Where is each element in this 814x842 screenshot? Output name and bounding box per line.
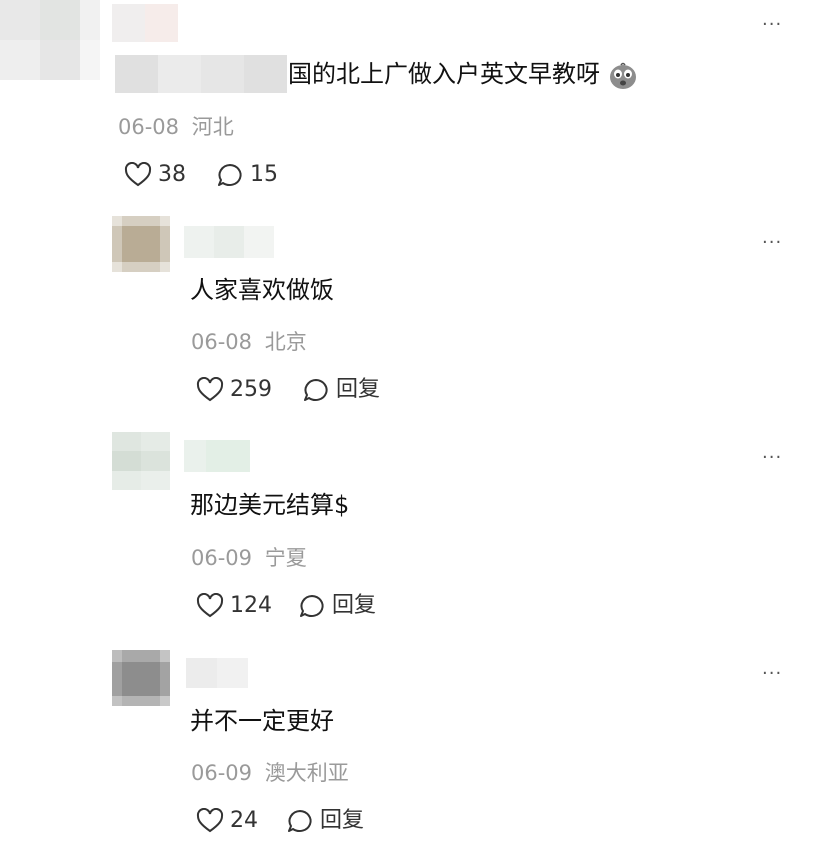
heart-icon: [124, 162, 152, 187]
avatar[interactable]: [112, 216, 170, 272]
comment-location: 河北: [191, 115, 234, 139]
heart-icon: [196, 593, 224, 618]
reply-label: 回复: [336, 377, 381, 402]
username[interactable]: [186, 658, 248, 688]
comment-bubble-icon: [300, 595, 324, 617]
redacted-text-mask: [115, 55, 287, 93]
comment-bubble-icon: [288, 810, 312, 832]
heart-icon: [196, 808, 224, 833]
comment-meta: 06-09 澳大利亚: [191, 760, 349, 786]
username[interactable]: [184, 226, 274, 258]
comment-meta: 06-08 北京: [191, 329, 307, 355]
like-count: 259: [230, 377, 272, 402]
comment-location: 澳大利亚: [264, 761, 349, 785]
comment-date: 06-09: [191, 546, 253, 570]
avatar[interactable]: [0, 0, 100, 80]
comment-text: 并不一定更好: [190, 707, 334, 735]
comment-location: 北京: [264, 330, 307, 354]
more-options-icon[interactable]: ···: [762, 16, 782, 34]
avatar[interactable]: [112, 650, 170, 706]
reply-label: 回复: [320, 808, 365, 833]
username[interactable]: [184, 440, 250, 472]
more-options-icon[interactable]: ···: [762, 449, 782, 467]
username[interactable]: [112, 4, 178, 42]
avatar[interactable]: [112, 432, 170, 490]
like-count: 124: [230, 593, 272, 618]
comment-text: 国的北上广做入户英文早教呀: [288, 58, 638, 90]
comment-date: 06-09: [191, 761, 253, 785]
like-button[interactable]: 259: [196, 377, 272, 403]
like-button[interactable]: 24: [196, 808, 258, 834]
comment-meta: 06-08 河北: [118, 114, 234, 140]
reply-button[interactable]: 回复: [298, 593, 376, 619]
reply-button[interactable]: 回复: [286, 808, 364, 834]
grimace-emoji-icon: [609, 62, 636, 89]
like-button[interactable]: 38: [124, 162, 186, 188]
comment-text: 那边美元结算$: [190, 491, 350, 519]
more-options-icon[interactable]: ···: [762, 665, 782, 683]
like-count: 24: [230, 808, 258, 833]
comment-location: 宁夏: [264, 546, 307, 570]
reply-button[interactable]: 回复: [302, 377, 380, 403]
like-button[interactable]: 124: [196, 593, 272, 619]
like-count: 38: [158, 162, 186, 187]
comment-date: 06-08: [191, 330, 253, 354]
comment-text: 人家喜欢做饭: [190, 276, 334, 304]
heart-icon: [196, 377, 224, 402]
comment-date: 06-08: [118, 115, 180, 139]
reply-label: 回复: [332, 593, 377, 618]
comment-bubble-icon: [218, 164, 242, 186]
comment-meta: 06-09 宁夏: [191, 545, 307, 571]
reply-button[interactable]: 15: [216, 162, 278, 188]
more-options-icon[interactable]: ···: [762, 234, 782, 252]
comment-bubble-icon: [304, 379, 328, 401]
reply-count: 15: [250, 162, 278, 187]
